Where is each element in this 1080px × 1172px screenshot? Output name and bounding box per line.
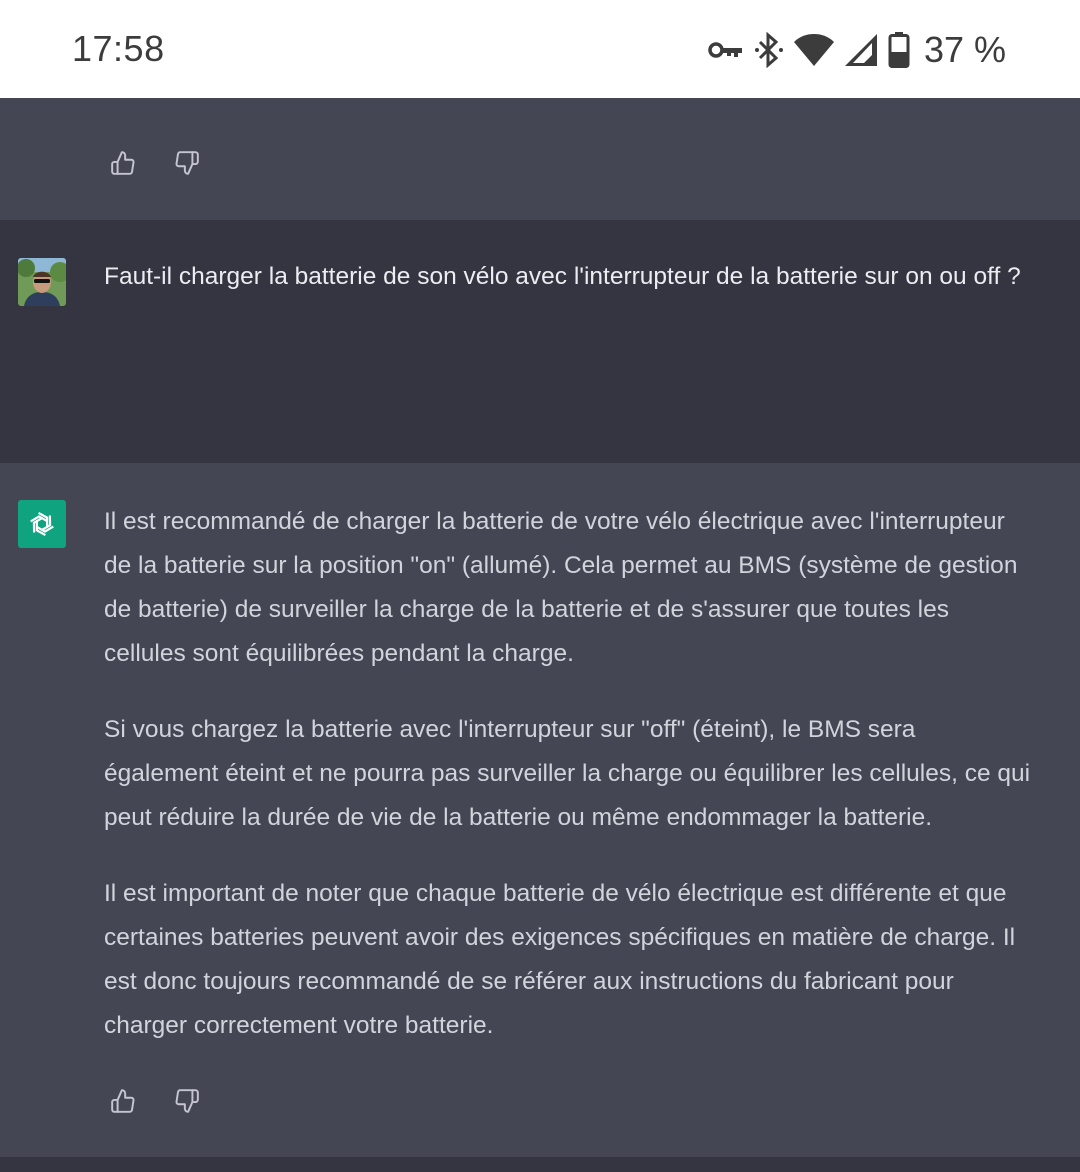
bottom-bar — [0, 1157, 1080, 1172]
vpn-key-icon — [708, 39, 744, 61]
avatar — [18, 258, 66, 306]
feedback-buttons — [110, 1088, 200, 1114]
thumbs-down-icon[interactable] — [174, 150, 200, 176]
status-icons: 37 % — [708, 28, 1006, 72]
thumbs-down-icon[interactable] — [174, 1088, 200, 1114]
status-time: 17:58 — [72, 28, 165, 69]
user-message: Faut-il charger la batterie de son vélo … — [0, 220, 1080, 463]
thumbs-up-icon[interactable] — [110, 150, 136, 176]
previous-assistant-message — [0, 98, 1080, 220]
chatgpt-logo-icon — [18, 500, 66, 548]
assistant-paragraph: Il est recommandé de charger la batterie… — [104, 508, 1018, 667]
assistant-paragraph: Si vous chargez la batterie avec l'inter… — [104, 716, 1031, 831]
assistant-message: Il est recommandé de charger la batterie… — [0, 463, 1080, 1157]
feedback-buttons — [110, 150, 200, 176]
user-message-text: Faut-il charger la batterie de son vélo … — [104, 263, 1021, 290]
assistant-paragraph: Il est important de noter que chaque bat… — [104, 880, 1016, 1039]
battery-icon — [888, 32, 910, 68]
cell-signal-icon — [844, 33, 878, 67]
battery-percent: 37 % — [923, 29, 1006, 70]
wifi-icon — [793, 33, 834, 67]
bluetooth-icon — [754, 32, 784, 68]
thumbs-up-icon[interactable] — [110, 1088, 136, 1114]
assistant-message-text: Il est recommandé de charger la batterie… — [104, 500, 1034, 1080]
status-bar: 17:58 37 % — [0, 0, 1080, 98]
